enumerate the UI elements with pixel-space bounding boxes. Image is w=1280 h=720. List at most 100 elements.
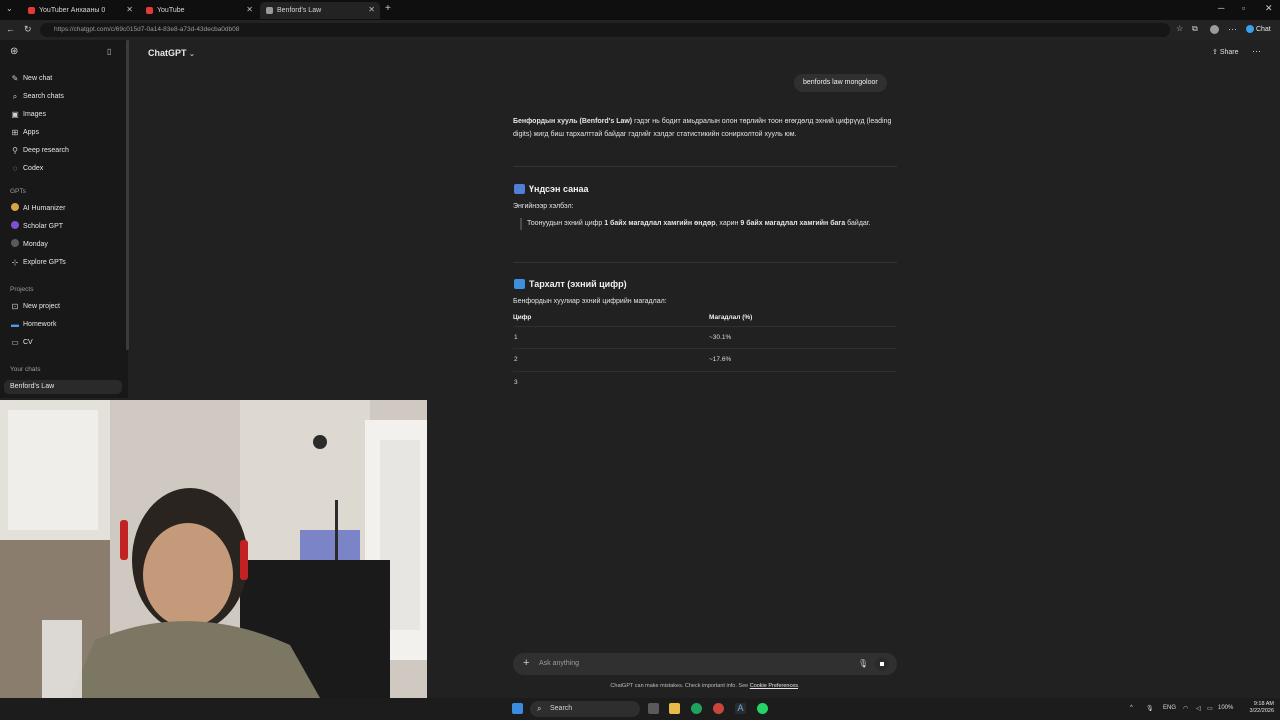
- tab-close-icon[interactable]: ✕: [126, 5, 133, 14]
- sidebar-item-homework[interactable]: ▬ Homework: [10, 318, 56, 332]
- prompt-input[interactable]: Ask anything: [539, 660, 579, 667]
- image-icon: ▣: [11, 110, 19, 119]
- tab-close-icon[interactable]: ✕: [368, 5, 375, 14]
- user-message: benfords law mongoloor: [794, 74, 887, 92]
- edge-browser-icon[interactable]: [691, 703, 702, 714]
- folder-icon: ▬: [11, 320, 19, 329]
- model-selector[interactable]: ChatGPT ⌄: [148, 48, 195, 58]
- reload-icon[interactable]: ↻: [24, 24, 32, 35]
- language-indicator[interactable]: ENG: [1163, 705, 1176, 711]
- folder-icon: ▭: [11, 338, 19, 347]
- window-close-icon[interactable]: ✕: [1265, 3, 1273, 14]
- address-bar-row: ← ↻ https://chatgpt.com/c/69c015d7-0a14-…: [0, 20, 1280, 40]
- table-cell-digit: 1: [514, 334, 518, 341]
- pen-app-icon[interactable]: A: [735, 703, 746, 714]
- youtube-favicon-icon: [146, 7, 153, 14]
- chatgpt-favicon-icon: [266, 7, 273, 14]
- table-cell-digit: 3: [514, 379, 518, 386]
- ai-humanizer-icon: [10, 202, 20, 216]
- table-row-divider: [513, 348, 897, 349]
- sidebar-item-apps[interactable]: ⊞ Apps: [10, 126, 39, 140]
- browser-tab-strip: ⌄ YouTuber Анхааны 0 ✕ YouTube ✕ Benford…: [0, 0, 1280, 20]
- sidebar-item-codex[interactable]: ◌ Codex: [10, 162, 44, 176]
- share-icon: ⇪: [1212, 49, 1218, 56]
- explore-icon: ⊹: [11, 258, 19, 267]
- clock[interactable]: 9:18 AM 3/22/2026: [1238, 701, 1274, 715]
- tray-chevron-icon[interactable]: ^: [1130, 705, 1133, 711]
- minimize-icon[interactable]: ─: [1218, 3, 1224, 13]
- table-cell-probability: ~17.6%: [709, 356, 732, 363]
- tab-youtube[interactable]: YouTube ✕: [140, 2, 258, 19]
- table-cell-digit: 2: [514, 356, 518, 363]
- sidebar-scrollbar[interactable]: [126, 40, 129, 350]
- assistant-intro: Бенфордын хууль (Benford's Law) гэдэг нь…: [513, 118, 892, 138]
- section-intro-text: Энгийнээр хэлбэл:: [513, 203, 574, 210]
- copilot-chat-button[interactable]: Chat: [1246, 25, 1271, 33]
- whatsapp-icon[interactable]: [757, 703, 768, 714]
- divider: [513, 166, 897, 167]
- file-explorer-icon[interactable]: [669, 703, 680, 714]
- windows-start-icon[interactable]: [512, 703, 523, 714]
- share-button[interactable]: ⇪ Share: [1212, 48, 1239, 56]
- sidebar-item-search-chats[interactable]: ⌕ Search chats: [10, 90, 64, 104]
- sidebar: ⊛ ▯ ✎ New chat ⌕ Search chats ▣ Images ⊞ App…: [0, 40, 129, 398]
- chat-item-benfords-law[interactable]: Benford's Law: [10, 380, 54, 394]
- tab-youtuber[interactable]: YouTuber Анхааны 0 ✕: [22, 2, 138, 19]
- battery-icon[interactable]: ▭: [1207, 705, 1213, 712]
- add-attachment-icon[interactable]: +: [523, 657, 529, 669]
- back-icon[interactable]: ←: [6, 24, 15, 34]
- sidebar-item-cv[interactable]: ▭ CV: [10, 336, 33, 350]
- gpts-heading: GPTs: [10, 188, 26, 195]
- sidebar-item-new-project[interactable]: ⊡ New project: [10, 300, 60, 314]
- sidebar-item-explore-gpts[interactable]: ⊹ Explore GPTs: [10, 256, 66, 270]
- copilot-icon: [1246, 25, 1254, 33]
- url-text: https://chatgpt.com/c/69c015d7-0a14-83e8…: [54, 26, 240, 33]
- battery-percent: 100%: [1218, 705, 1234, 711]
- sidebar-item-deep-research[interactable]: ⚲ Deep research: [10, 144, 69, 158]
- chart-emoji-icon: [514, 184, 525, 194]
- toggle-sidebar-icon[interactable]: ▯: [107, 47, 111, 56]
- tab-menu-icon[interactable]: ⌄: [6, 4, 13, 13]
- tab-close-icon[interactable]: ✕: [246, 5, 253, 14]
- new-folder-icon: ⊡: [11, 302, 19, 311]
- more-options-icon[interactable]: ⋯: [1252, 46, 1261, 57]
- youtube-favicon-icon: [28, 7, 35, 14]
- microphone-icon[interactable]: 🎙: [858, 659, 868, 668]
- table-row-divider: [513, 371, 897, 372]
- section-heading-main-idea: Үндсэн санаа: [514, 184, 589, 194]
- url-field[interactable]: https://chatgpt.com/c/69c015d7-0a14-83e8…: [40, 23, 1170, 37]
- maximize-icon[interactable]: ▫: [1242, 3, 1245, 13]
- wifi-icon[interactable]: ◠: [1183, 705, 1188, 712]
- task-view-icon[interactable]: [648, 703, 659, 714]
- sidebar-item-new-chat[interactable]: ✎ New chat: [10, 72, 53, 86]
- sidebar-item-ai-humanizer[interactable]: AI Humanizer: [10, 202, 65, 216]
- table-header-probability: Магадлал (%): [709, 314, 753, 321]
- blockquote: Тоонуудын эхний цифр 1 байх магадлал хам…: [520, 218, 890, 230]
- sidebar-item-scholar-gpt[interactable]: Scholar GPT: [10, 220, 63, 234]
- table-cell-probability: ~30.1%: [709, 334, 732, 341]
- volume-icon[interactable]: ◁: [1196, 705, 1201, 712]
- taskbar-search[interactable]: ⌕ Search: [530, 701, 640, 717]
- sidebar-item-monday[interactable]: Monday: [10, 238, 48, 252]
- extensions-icon[interactable]: ⧉: [1192, 24, 1198, 34]
- chevron-down-icon: ⌄: [189, 51, 195, 58]
- sidebar-item-images[interactable]: ▣ Images: [10, 108, 46, 122]
- favorites-icon[interactable]: ☆: [1176, 24, 1183, 33]
- tab-benfords-law[interactable]: Benford's Law ✕: [260, 2, 380, 19]
- stop-generating-button[interactable]: [875, 657, 889, 671]
- pencil-icon: ✎: [11, 74, 19, 83]
- table-row-divider: [513, 326, 897, 327]
- tray-mic-icon[interactable]: 🎙: [1146, 705, 1154, 712]
- windows-taskbar: ⌕ Search A ^ 🎙 ENG ◠ ◁ ▭ 100% 9:18 AM 3/…: [0, 698, 1280, 720]
- monday-icon: [10, 238, 20, 252]
- cookie-preferences-link[interactable]: Cookie Preferences: [750, 683, 798, 689]
- numbers-emoji-icon: [514, 279, 525, 289]
- openai-logo-icon[interactable]: ⊛: [10, 46, 18, 57]
- search-icon: ⌕: [12, 92, 18, 101]
- search-icon: ⌕: [537, 704, 542, 713]
- new-tab-icon[interactable]: +: [385, 3, 391, 14]
- browser-menu-icon[interactable]: ⋯: [1228, 24, 1237, 35]
- prompt-composer[interactable]: + Ask anything 🎙: [513, 653, 897, 675]
- chrome-icon[interactable]: [713, 703, 724, 714]
- profile-avatar[interactable]: [1210, 25, 1219, 34]
